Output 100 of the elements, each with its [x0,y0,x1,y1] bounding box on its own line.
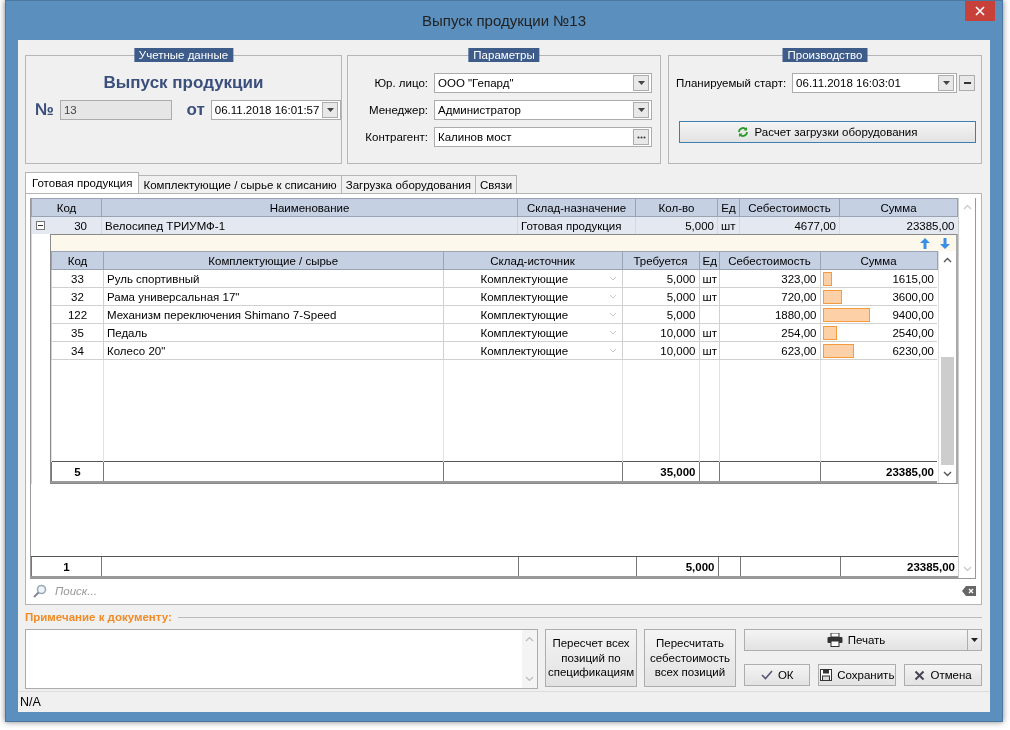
column-header[interactable]: Требуется [622,251,699,270]
dropdown-arrow-icon [637,81,645,85]
tab[interactable]: Связи [474,175,518,193]
column-header[interactable]: Ед [717,198,740,217]
date-field[interactable]: 06.11.2018 16:01:57 [210,100,341,120]
total-cell: 5 [74,465,81,478]
table-cell: 5,000 [685,219,714,232]
dropdown-field[interactable]: ООО "Гепард" [434,73,652,93]
tab[interactable]: Комплектующие / сырье к списанию [138,175,342,193]
print-button[interactable]: Печать [744,629,968,651]
date-field[interactable]: 06.11.2018 16:03:01 [792,73,957,93]
total-cell: 1 [63,560,70,573]
table-cell: 323,00 [781,272,817,285]
dropdown-arrow-icon [971,638,978,642]
window-title: Выпуск продукции №13 [421,12,587,29]
column-header[interactable]: Себестоимость [719,251,820,270]
number-field[interactable]: 13 [59,100,173,120]
checkmark-icon [760,670,773,680]
scrollbar-thumb[interactable] [940,357,954,465]
column-header[interactable]: Ед [699,251,719,270]
total-cell: 23385,00 [886,465,934,478]
table-cell: Комплектующие [480,290,569,303]
table-cell: 32 [71,290,84,303]
chevron-down-icon[interactable] [608,276,617,281]
table-cell: Готовая продукция [521,219,622,232]
scrollbar[interactable] [937,251,956,483]
date-label: от [186,100,205,120]
column-header[interactable]: Комплектующие / сырье [103,251,443,270]
table-cell: 33 [71,272,84,285]
group-legend: Производство [782,48,868,62]
column-header[interactable]: Склад-источник [443,251,622,270]
table-cell: 5,000 [666,290,696,303]
table-cell: Колесо 20" [107,344,166,357]
table-cell: Комплектующие [480,272,569,285]
column-header[interactable]: Сумма [820,251,937,270]
chevron-down-icon[interactable] [608,312,617,317]
table-cell: 3600,00 [892,290,934,303]
lookup-field[interactable]: Калинов мост [434,127,652,147]
table-cell: 1615,00 [892,272,934,285]
table-cell: 4677,00 [794,219,836,232]
table-cell: Руль спортивный [107,272,200,285]
dropdown-arrow-icon [637,108,645,112]
printer-icon [826,633,843,647]
table-cell: шт [702,272,717,285]
table-cell: шт [721,219,736,232]
table-cell: 122 [67,308,88,321]
table-cell: 34 [71,344,84,357]
column-header[interactable]: Наименование [101,198,518,217]
arrow-down-icon[interactable] [939,237,950,249]
chevron-down-icon[interactable] [608,330,617,335]
column-header[interactable]: Сумма [839,198,958,217]
clear-icon[interactable] [962,586,976,596]
collapse-icon[interactable] [36,221,45,230]
recalculate-cost-button[interactable]: Пересчитать себестоимость всех позиций [644,629,736,687]
ok-button[interactable]: ОК [744,664,811,686]
cancel-icon [914,669,926,681]
table-cell: 5,000 [666,308,696,321]
group-legend: Параметры [468,48,540,62]
field-label: Юр. лицо: [373,77,428,89]
scroll-down-icon[interactable] [942,471,952,477]
column-header[interactable]: Себестоимость [739,198,840,217]
table-cell: 30 [74,219,87,232]
document-heading: Выпуск продукции [102,73,265,93]
cancel-button[interactable]: Отмена [904,664,982,686]
table-cell: Комплектующие [480,326,569,339]
table-cell: шт [702,344,717,357]
dropdown-arrow-icon [326,108,334,112]
table-cell: 623,00 [781,344,817,357]
table-cell: 35 [71,326,84,339]
chevron-down-icon[interactable] [608,348,617,353]
calculate-button[interactable]: Расчет загрузки оборудования [679,121,976,143]
column-header[interactable]: Кол-во [635,198,718,217]
table-cell: 254,00 [781,326,817,339]
arrow-up-icon[interactable] [919,237,930,249]
table-cell: Велосипед ТРИУМФ-1 [105,219,226,232]
column-header[interactable]: Склад-назначение [517,198,636,217]
group-legend: Учетные данные [133,48,234,62]
search-icon [33,584,47,598]
recalculate-button[interactable]: Пересчет всех позиций по спецификациям [545,629,637,687]
dropdown-field[interactable]: Администратор [434,100,652,120]
column-header[interactable]: Код [31,198,102,217]
chevron-down-icon[interactable] [608,294,617,299]
save-button[interactable]: Сохранить [818,664,897,686]
close-button[interactable] [965,1,995,21]
clear-button[interactable] [959,75,975,91]
scroll-up-icon[interactable] [942,257,952,263]
total-cell: 23385,00 [907,560,955,573]
field-label: Менеджер: [368,104,428,116]
close-icon [975,6,985,16]
total-cell: 5,000 [685,560,715,573]
tab[interactable]: Готовая продукция [25,172,140,193]
print-menu-button[interactable] [968,629,982,651]
table-cell: Комплектующие [480,344,569,357]
table-cell: 10,000 [660,326,696,339]
table-cell: шт [702,290,717,303]
search-field[interactable]: Поиск... [53,584,956,598]
table-cell: 10,000 [660,344,696,357]
tab[interactable]: Загрузка оборудования [340,175,476,193]
column-header[interactable]: Код [51,251,104,270]
table-cell: Комплектующие [480,308,569,321]
